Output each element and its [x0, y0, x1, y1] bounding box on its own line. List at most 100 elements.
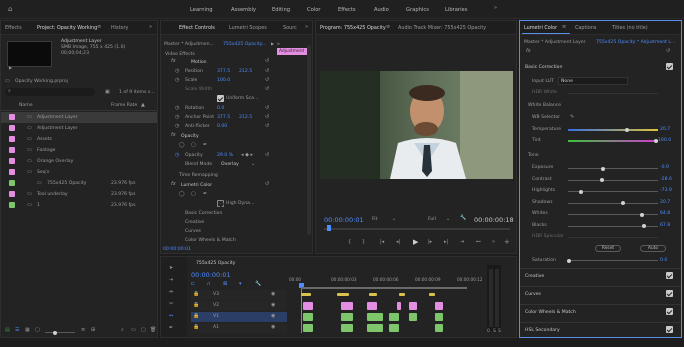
- workspace-effects[interactable]: Effects: [338, 7, 356, 13]
- slider-knob[interactable]: [640, 212, 645, 217]
- automate-icon[interactable]: ⊞: [91, 327, 95, 333]
- list-item[interactable]: ▭ Adjustment Layer: [1, 112, 157, 123]
- list-item[interactable]: ▭ Adjustment Layer: [1, 123, 157, 134]
- scale-value[interactable]: 100.0: [217, 78, 230, 83]
- hdr-white-slider[interactable]: [568, 93, 658, 94]
- workspace-assembly[interactable]: Assembly: [231, 7, 256, 13]
- play-audio-icon[interactable]: ▶: [271, 41, 274, 46]
- zoom-slider[interactable]: [45, 330, 75, 335]
- lumetri-pen-icon[interactable]: ✒: [203, 191, 207, 197]
- timeline-clip[interactable]: [435, 324, 443, 332]
- slider-knob[interactable]: [641, 224, 646, 228]
- tab-captions[interactable]: Captions: [575, 25, 596, 31]
- eyedropper-icon[interactable]: ✎: [570, 114, 574, 120]
- timeline-clip[interactable]: [429, 293, 435, 296]
- rotation-value[interactable]: 0.0: [217, 106, 224, 111]
- more-workspaces-icon[interactable]: »: [494, 5, 497, 11]
- tint-slider[interactable]: [568, 138, 658, 143]
- hsl-secondary-checkbox[interactable]: [666, 326, 673, 333]
- new-item-icon[interactable]: ▢: [141, 327, 146, 333]
- effect-controls-scrollbar[interactable]: [307, 45, 311, 235]
- workspace-learning[interactable]: Learning: [190, 7, 213, 13]
- sort-icon[interactable]: ▲: [141, 102, 145, 108]
- slider-knob[interactable]: [620, 201, 625, 205]
- column-name[interactable]: Name: [19, 103, 33, 108]
- home-icon[interactable]: ⌂: [8, 5, 12, 13]
- tab-project[interactable]: Project: Opacity Working: [37, 25, 97, 31]
- tone-value[interactable]: -28.6: [660, 177, 672, 182]
- motion-label[interactable]: Motion: [191, 60, 207, 65]
- sort-icons-icon[interactable]: ≡: [81, 327, 85, 333]
- toggle-output-icon[interactable]: ◉: [271, 302, 275, 308]
- slider-knob[interactable]: [601, 166, 606, 171]
- ellipse-mask-icon[interactable]: ◯: [179, 142, 185, 148]
- opacity-section-label[interactable]: Opacity: [181, 134, 199, 139]
- add-marker-icon[interactable]: ⊠: [223, 281, 227, 287]
- reset-scale-width-icon[interactable]: ↺: [265, 86, 269, 92]
- label-color-swatch[interactable]: [9, 169, 15, 175]
- hsl-secondary-section[interactable]: HSL Secondary: [520, 322, 681, 337]
- high-dynamic-checkbox[interactable]: [217, 200, 224, 207]
- tone-value[interactable]: 20.7: [660, 200, 670, 205]
- color-wheels-checkbox[interactable]: [666, 308, 673, 315]
- reset-position-icon[interactable]: ↺: [265, 68, 269, 74]
- workspace-editing[interactable]: Editing: [272, 7, 290, 13]
- reset-anchor-icon[interactable]: ↺: [265, 114, 269, 120]
- workspace-libraries[interactable]: Libraries: [445, 7, 467, 13]
- uniform-scale-checkbox[interactable]: [217, 95, 224, 102]
- tab-lumetri-color[interactable]: Lumetri Color: [524, 25, 557, 31]
- slider-knob[interactable]: [579, 189, 584, 194]
- timeline-clip[interactable]: [303, 324, 313, 332]
- play-icon[interactable]: ▶: [413, 238, 418, 246]
- go-to-out-icon[interactable]: ▸|: [444, 239, 448, 245]
- step-back-icon[interactable]: ◂|: [396, 239, 400, 245]
- lock-track-icon[interactable]: 🔒: [193, 291, 199, 297]
- reset-rotation-icon[interactable]: ↺: [265, 105, 269, 111]
- curves-section[interactable]: Curves: [520, 286, 681, 301]
- timeline-clip[interactable]: [369, 293, 377, 296]
- creative-section[interactable]: Creative: [520, 268, 681, 283]
- slider-knob[interactable]: [599, 178, 604, 182]
- go-to-in-icon[interactable]: |◂: [380, 239, 384, 245]
- lock-track-icon[interactable]: 🔒: [193, 302, 199, 308]
- lumetri-ellipse-icon[interactable]: ◯: [179, 191, 185, 197]
- timeline-clip[interactable]: [389, 313, 399, 321]
- creative-label[interactable]: Creative: [185, 220, 204, 225]
- panel-menu-icon[interactable]: ≡: [97, 24, 101, 30]
- toggle-output-icon[interactable]: ◉: [271, 291, 275, 297]
- list-item[interactable]: ▭ Tool underlay 23.976 fps: [1, 189, 157, 200]
- lock-track-icon[interactable]: 🔒: [193, 324, 199, 330]
- tone-value[interactable]: -73.9: [660, 188, 672, 193]
- tab-program[interactable]: Program: 755x425 Opacity: [320, 25, 386, 31]
- reset-motion-icon[interactable]: ↺: [265, 58, 269, 64]
- toggle-output-icon[interactable]: ◉: [271, 313, 275, 319]
- lumetri-reset-icon[interactable]: ↺: [666, 48, 670, 54]
- color-wheels-section[interactable]: Color Wheels & Match: [520, 304, 681, 319]
- tone-slider[interactable]: [568, 237, 658, 238]
- curves-checkbox[interactable]: [666, 290, 673, 297]
- tab-source[interactable]: Sourc: [283, 25, 297, 31]
- timeline-clip[interactable]: [341, 324, 353, 332]
- effect-controls-timecode[interactable]: 00:00:00:01: [163, 247, 191, 252]
- anchor-y[interactable]: 212.5: [239, 115, 252, 120]
- timeline-clip[interactable]: [409, 302, 417, 310]
- marker-icon[interactable]: ▾: [239, 281, 242, 287]
- antiflicker-value[interactable]: 0.00: [217, 124, 227, 129]
- fx-lumetri-icon[interactable]: fx: [171, 181, 176, 187]
- position-y[interactable]: 212.5: [239, 69, 252, 74]
- list-item[interactable]: ▭ 755x425 Opacity 23.976 fps: [1, 178, 157, 189]
- more-tabs-icon[interactable]: »: [149, 24, 152, 30]
- timeline-clip[interactable]: [341, 302, 353, 310]
- saturation-value[interactable]: 0.0: [660, 258, 667, 263]
- slip-tool-icon[interactable]: ↔: [169, 313, 173, 319]
- timeline-clip[interactable]: [367, 313, 383, 321]
- position-x[interactable]: 377.5: [217, 69, 230, 74]
- tone-slider[interactable]: [568, 189, 658, 194]
- linked-selection-icon[interactable]: ∩: [207, 281, 211, 287]
- compare-icon[interactable]: ⊷: [476, 239, 481, 245]
- list-item[interactable]: ▭ Assets: [1, 134, 157, 145]
- fx-motion-icon[interactable]: fx: [171, 58, 176, 64]
- temperature-value[interactable]: 20.7: [660, 127, 670, 132]
- anchor-stopwatch-icon[interactable]: ◷: [175, 114, 179, 120]
- timeline-clip[interactable]: [399, 293, 405, 296]
